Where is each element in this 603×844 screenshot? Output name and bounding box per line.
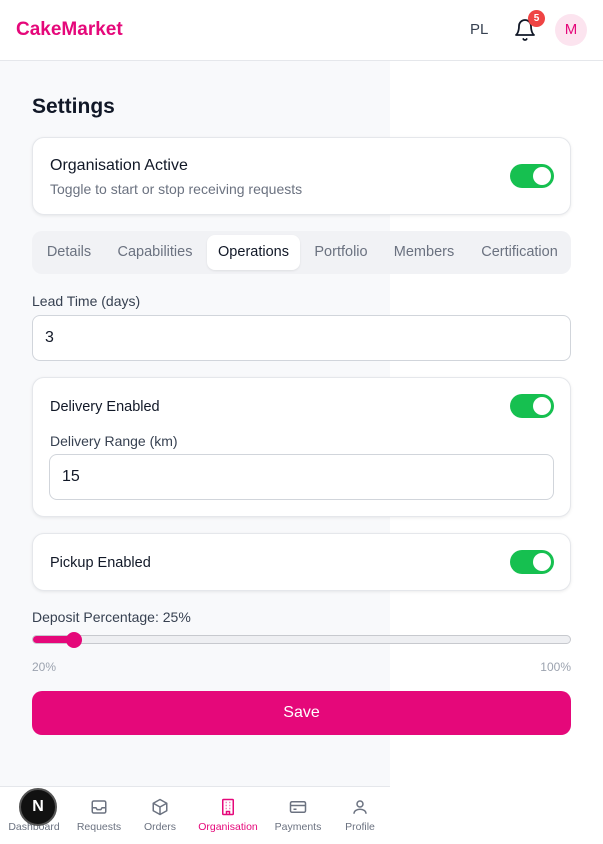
nav-label-requests: Requests <box>76 821 122 833</box>
box-icon <box>152 798 168 816</box>
nav-label-orders: Orders <box>143 821 177 833</box>
tab-members[interactable]: Members <box>384 235 464 270</box>
organisation-active-title: Organisation Active <box>50 157 188 174</box>
app-logo[interactable]: CakeMarket <box>16 19 123 41</box>
tab-operations[interactable]: Operations <box>207 235 300 270</box>
delivery-range-label: Delivery Range (km) <box>50 433 178 449</box>
credit-card-icon <box>289 801 307 813</box>
delivery-enabled-toggle[interactable] <box>510 394 554 418</box>
deposit-percentage-label: Deposit Percentage: 25% <box>32 609 191 625</box>
language-switcher[interactable]: PL <box>470 21 488 38</box>
lead-time-label: Lead Time (days) <box>32 293 141 309</box>
tab-capabilities[interactable]: Capabilities <box>108 235 202 270</box>
nav-item-profile[interactable]: Profile <box>329 787 391 844</box>
delivery-range-input[interactable]: 15 <box>49 454 554 500</box>
delivery-enabled-label: Delivery Enabled <box>50 399 160 415</box>
nav-item-organisation[interactable]: Organisation <box>197 787 259 844</box>
tab-details[interactable]: Details <box>36 235 102 270</box>
dev-tools-badge[interactable]: N <box>19 788 57 826</box>
tab-certification[interactable]: Certification <box>472 235 567 270</box>
delivery-card: Delivery Enabled Delivery Range (km) 15 <box>32 377 571 517</box>
notification-badge: 5 <box>528 10 545 27</box>
deposit-max-label: 100% <box>540 660 571 674</box>
deposit-min-label: 20% <box>32 660 57 674</box>
organisation-active-toggle[interactable] <box>510 164 554 188</box>
pickup-enabled-label: Pickup Enabled <box>50 555 151 571</box>
app-header: CakeMarket PL 5 M <box>0 0 603 61</box>
nav-label-organisation: Organisation <box>198 821 258 833</box>
inbox-icon <box>91 800 107 814</box>
deposit-slider-thumb[interactable] <box>65 632 82 648</box>
lead-time-input[interactable]: 3 <box>32 315 571 361</box>
page-title: Settings <box>32 95 115 118</box>
save-button[interactable]: Save <box>32 691 571 735</box>
user-icon <box>353 800 367 814</box>
nav-item-orders[interactable]: Orders <box>129 787 191 844</box>
organisation-active-subtitle: Toggle to start or stop receiving reques… <box>50 181 303 197</box>
bottom-navigation: Dashboard Requests Orders Organisation P… <box>0 786 390 844</box>
deposit-slider-track[interactable] <box>32 635 571 644</box>
pickup-card: Pickup Enabled <box>32 533 571 591</box>
tab-portfolio[interactable]: Portfolio <box>306 235 376 270</box>
nav-label-profile: Profile <box>345 821 375 833</box>
nav-item-requests[interactable]: Requests <box>68 787 130 844</box>
avatar[interactable]: M <box>555 14 587 46</box>
building-icon <box>222 798 234 816</box>
organisation-active-card: Organisation Active Toggle to start or s… <box>32 137 571 215</box>
nav-label-payments: Payments <box>274 821 322 833</box>
pickup-enabled-toggle[interactable] <box>510 550 554 574</box>
settings-tabs: Details Capabilities Operations Portfoli… <box>32 231 571 274</box>
nav-item-payments[interactable]: Payments <box>267 787 329 844</box>
